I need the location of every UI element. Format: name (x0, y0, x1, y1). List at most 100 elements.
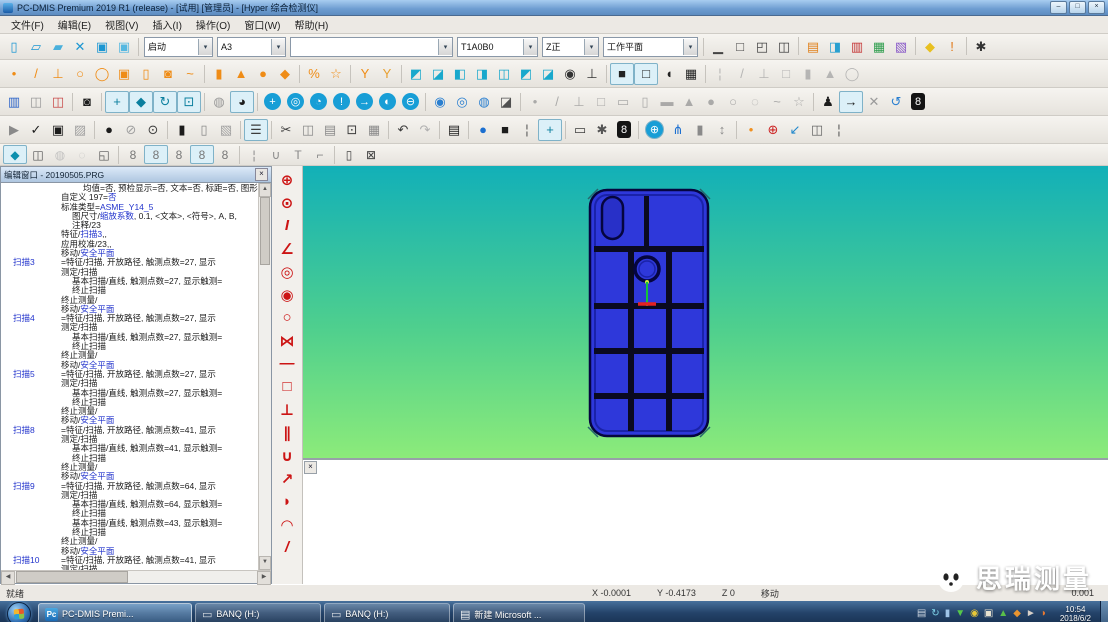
solid-view-icon[interactable]: ■ (610, 63, 634, 85)
wireframe-view-icon[interactable]: □ (634, 63, 658, 85)
rotate-tray-icon[interactable]: ↻ (931, 609, 939, 619)
tip-dropdown[interactable]: T1A0B0▾ (457, 37, 538, 57)
chevron-down-icon[interactable]: ▾ (584, 39, 598, 55)
color-cube-icon[interactable]: ◪ (495, 92, 517, 112)
operator-icon[interactable]: ♟ (817, 92, 839, 112)
view-right-icon[interactable]: ◩ (515, 64, 537, 84)
align-level-icon[interactable]: 8 (144, 145, 168, 164)
align-origin-icon[interactable]: 8 (190, 145, 214, 164)
auto-cone-icon[interactable]: ▲ (230, 64, 252, 84)
measured-line-icon[interactable]: / (546, 92, 568, 112)
sphere-on-icon[interactable]: ◕ (230, 91, 254, 113)
align-bestfit-icon[interactable]: 8 (214, 146, 236, 163)
orange-dot-icon[interactable]: • (740, 120, 762, 140)
total-runout-icon[interactable]: ∪ (275, 444, 299, 467)
new-file-icon[interactable]: ▯ (3, 37, 25, 57)
print-icon[interactable]: ▤ (443, 120, 465, 140)
auto-plane-icon[interactable]: ⊥ (47, 64, 69, 84)
menu-file[interactable]: 文件(F) (4, 16, 51, 33)
panel-tray-icon[interactable]: ▣ (984, 609, 993, 619)
measured-cone-icon[interactable]: ▲ (678, 92, 700, 112)
probe-sweep-icon[interactable]: ⊥ (581, 64, 603, 84)
chevron-down-icon[interactable]: ▾ (271, 39, 285, 55)
chevron-down-icon[interactable]: ▾ (438, 39, 452, 55)
verify-doc-off-icon[interactable]: ▨ (69, 120, 91, 140)
usb-tray-icon[interactable]: ▮ (945, 609, 951, 619)
menu-window[interactable]: 窗口(W) (237, 16, 287, 33)
edit-horizontal-scrollbar[interactable]: ◀ ▶ (1, 570, 271, 583)
scroll-down-button[interactable]: ▼ (259, 556, 271, 570)
auto-rect-slot-icon[interactable]: ▯ (135, 64, 157, 84)
menu-edit[interactable]: 编辑(E) (51, 16, 98, 33)
record-off-icon[interactable]: ⊘ (120, 120, 142, 140)
plane-disabled-icon[interactable]: ⊥ (753, 64, 775, 84)
close-file-icon[interactable]: ✕ (69, 37, 91, 57)
counter2-icon[interactable]: 8 (617, 121, 631, 138)
probe-thin-icon[interactable]: ¦ (516, 120, 538, 140)
form-icon[interactable]: ☰ (244, 119, 268, 141)
scroll-right-button[interactable]: ▶ (257, 571, 271, 585)
volume-tray-icon[interactable]: ◗ (1041, 609, 1047, 619)
percent-gear-icon[interactable]: % (303, 64, 325, 84)
alert-icon[interactable]: ◆ (919, 37, 941, 57)
alignment-dropdown[interactable]: ▾ (290, 37, 453, 57)
cad-model-phone-case[interactable] (587, 187, 711, 439)
calibrate-tool-icon[interactable]: ∪ (265, 146, 287, 163)
ball-grey-icon[interactable]: ◍ (49, 146, 71, 163)
redo-icon[interactable]: ↷ (414, 120, 436, 140)
graphics-viewport[interactable] (303, 166, 1108, 458)
temp-comp-icon[interactable]: ▮ (689, 120, 711, 140)
align-rotate-icon[interactable]: 8 (168, 146, 190, 163)
page-tool-icon[interactable]: ▯ (338, 146, 360, 163)
view-top-icon[interactable]: ◪ (427, 64, 449, 84)
perpendicularity-icon[interactable]: ⊥ (275, 398, 299, 421)
cube-export-icon[interactable]: ◱ (93, 146, 115, 163)
save-icon[interactable]: ▣ (91, 37, 113, 57)
balls-grey-icon[interactable]: ◌ (71, 146, 93, 163)
menu-insert[interactable]: 插入(I) (145, 16, 188, 33)
bookmark-off-icon[interactable]: ▧ (215, 120, 237, 140)
taskbar-button-pcdmis[interactable]: PcPC-DMIS Premi... (38, 603, 192, 622)
report-window[interactable]: × (303, 458, 1108, 584)
measured-torus-icon[interactable]: ◌ (744, 92, 766, 112)
auto-line-icon[interactable]: / (25, 64, 47, 84)
target-pin-icon[interactable]: ◍ (473, 92, 495, 112)
view-iso-icon[interactable]: ◩ (405, 64, 427, 84)
pan-view-icon[interactable]: + (105, 91, 129, 113)
taskbar-button-document[interactable]: ▤新建 Microsoft ... (453, 603, 585, 622)
show-desktop-button[interactable] (1100, 601, 1108, 622)
probe-sphere-icon[interactable]: ● (472, 120, 494, 140)
export-arrow-icon[interactable]: ↙ (784, 120, 806, 140)
measured-circle-icon[interactable]: □ (590, 92, 612, 112)
move-circle-icon[interactable]: ⊕ (645, 120, 664, 139)
undo-icon[interactable]: ↶ (392, 120, 414, 140)
move-mode-icon[interactable]: + (538, 119, 562, 141)
menu-view[interactable]: 视图(V) (98, 16, 145, 33)
probe-mode-move-icon[interactable]: + (264, 93, 281, 110)
grid-icon[interactable]: ▦ (680, 64, 702, 84)
keyboard-tray-icon[interactable]: ▤ (917, 609, 926, 619)
view-wheel-icon[interactable]: ◉ (559, 64, 581, 84)
edit-window-close-button[interactable]: × (255, 168, 268, 181)
update-tray-icon[interactable]: ◆ (1013, 609, 1021, 619)
profile-surface-icon[interactable]: ◗ (275, 490, 299, 513)
cube-add-icon[interactable]: ◫ (27, 146, 49, 163)
graph-window-icon[interactable]: ▧ (890, 37, 912, 57)
bookmark-icon[interactable]: ▮ (171, 120, 193, 140)
measured-round-icon[interactable]: ○ (722, 92, 744, 112)
square-disabled-icon[interactable]: □ (775, 64, 797, 84)
filter-icon[interactable]: Y (354, 64, 376, 84)
layers-icon[interactable]: ◫ (25, 92, 47, 112)
circular-runout-icon[interactable]: ◉ (275, 283, 299, 306)
open-folder-icon[interactable]: ▰ (47, 37, 69, 57)
copy-icon[interactable]: ◫ (297, 120, 319, 140)
analysis-window-icon[interactable]: ▥ (846, 37, 868, 57)
measured-curve-icon[interactable]: ~ (766, 92, 788, 112)
record-icon[interactable]: ● (98, 120, 120, 140)
report-window-icon[interactable]: ▤ (802, 37, 824, 57)
probe-mode-partial-icon[interactable]: ◔ (310, 93, 327, 110)
rotate-2d-icon[interactable]: ↻ (153, 91, 177, 113)
chevron-down-icon[interactable]: ▾ (523, 39, 537, 55)
close-button[interactable]: × (1088, 1, 1105, 14)
view-left-icon[interactable]: ◫ (493, 64, 515, 84)
